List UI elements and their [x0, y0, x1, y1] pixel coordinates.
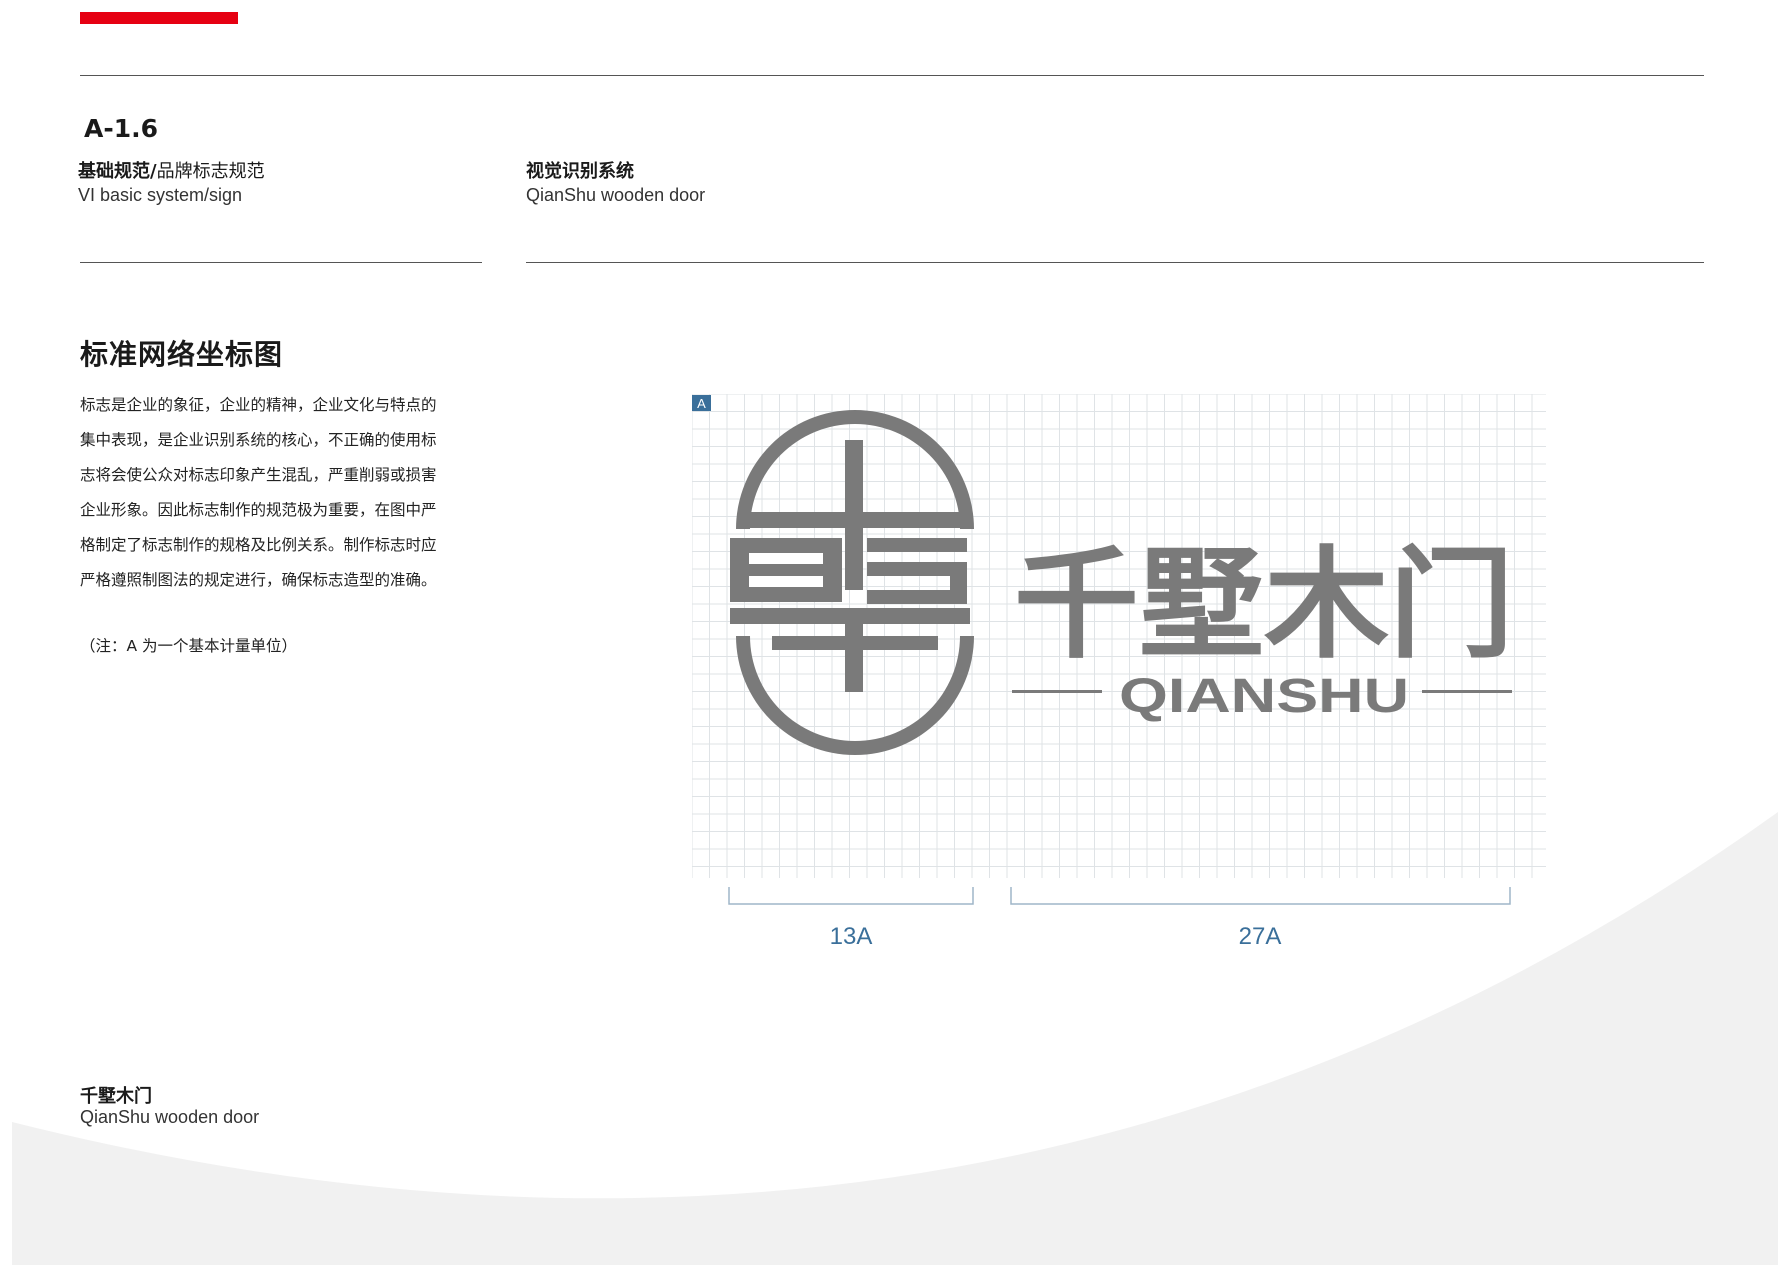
- category-zh-rest: 品牌标志规范: [156, 161, 265, 182]
- header-rule: [80, 75, 1704, 76]
- category-en: VI basic system/sign: [78, 185, 243, 205]
- emblem-width-label: 13A: [830, 923, 873, 950]
- system-en: QianShu wooden door: [526, 185, 706, 205]
- brand-en-wordmark: QIANSHU: [1012, 670, 1512, 723]
- category-zh: 基础规范/品牌标志规范: [78, 157, 265, 183]
- logo-grid-diagram: A 千墅木门 QIANSHU: [692, 394, 1546, 878]
- right-divider: [526, 262, 1704, 263]
- brand-en-text: QIANSHU: [1119, 670, 1409, 723]
- wordmark-dimension: [1010, 887, 1511, 905]
- page-code: A-1.6: [84, 114, 159, 143]
- footer-brand-zh: 千墅木门: [80, 1086, 152, 1107]
- category-zh-bold: 基础规范/: [78, 161, 157, 182]
- wordmark-width-label: 27A: [1239, 923, 1282, 950]
- dimension-markers: 13A 27A: [728, 887, 1511, 950]
- footer-brand-en: QianShu wooden door: [80, 1107, 260, 1127]
- section-title: 标准网络坐标图: [80, 338, 284, 371]
- system-zh: 视觉识别系统: [526, 157, 634, 183]
- unit-note: （注：A 为一个基本计量单位）: [80, 637, 298, 655]
- system-zh-text: 视觉识别系统: [526, 161, 634, 182]
- unit-badge: A: [692, 395, 711, 411]
- accent-bar: [80, 12, 238, 24]
- section-description: 标志是企业的象征，企业的精神，企业文化与特点的集中表现，是企业识别系统的核心，不…: [80, 396, 437, 589]
- unit-badge-label: A: [697, 396, 706, 411]
- left-divider: [80, 262, 482, 263]
- emblem-dimension: [728, 887, 974, 905]
- brand-zh-wordmark: 千墅木门: [1014, 536, 1514, 675]
